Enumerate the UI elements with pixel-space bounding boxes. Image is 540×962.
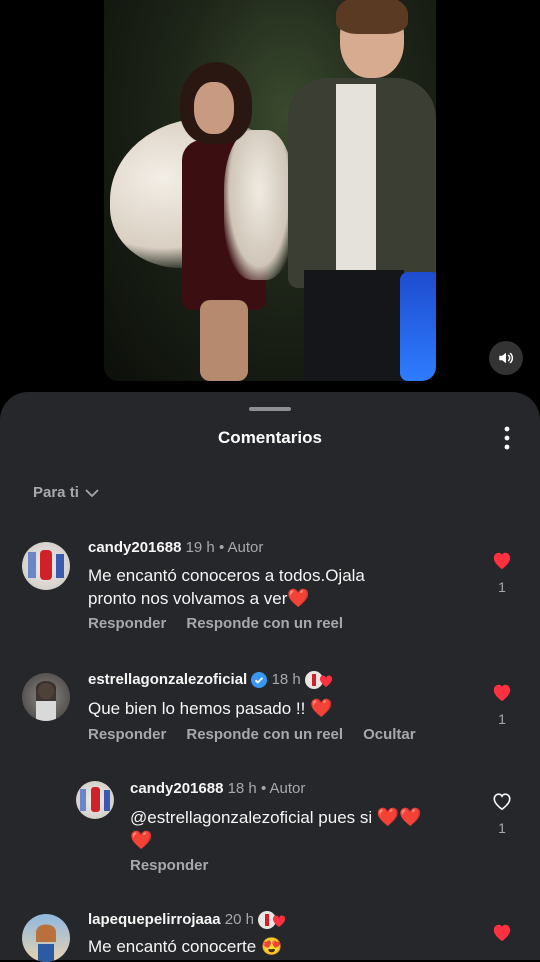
profile-badge-icon — [258, 911, 286, 929]
emoji-heart-eyes-icon: 😍 — [260, 937, 283, 956]
reply-button[interactable]: Responder — [88, 615, 166, 632]
like-button[interactable]: 1 — [490, 550, 514, 595]
video-figure-face — [194, 82, 234, 134]
comments-sheet: Comentarios Para ti candy201688 19 h • A… — [0, 392, 540, 962]
more-vertical-icon — [504, 426, 510, 450]
comment-username[interactable]: estrellagonzalezoficial 18 h — [88, 670, 335, 690]
heart-emoji-icon: ❤️❤️ — [376, 807, 422, 827]
heart-icon — [493, 924, 511, 942]
video-figure-man-hair — [336, 0, 408, 34]
comment-text-line: Me encantó conoceros a todos.Ojala — [88, 566, 365, 585]
like-button[interactable] — [490, 922, 514, 947]
avatar[interactable] — [22, 673, 70, 721]
video-figure-pants — [304, 270, 404, 381]
sort-filter-dropdown[interactable]: Para ti — [33, 484, 99, 501]
comment-text-line: Me encantó conocerte — [88, 937, 257, 956]
comment-username[interactable]: lapequepelirrojaaa 20 h — [88, 910, 288, 930]
comment-text-line: Que bien lo hemos pasado !! — [88, 699, 306, 718]
heart-outline-icon — [493, 793, 511, 811]
comment-username[interactable]: candy201688 18 h • Autor — [130, 780, 305, 797]
comment-text-line: @estrellagonzalezoficial pues si — [130, 808, 373, 827]
comment-time: 18 h — [271, 670, 301, 688]
comment-username[interactable]: candy201688 19 h • Autor — [88, 539, 263, 556]
heart-icon — [493, 552, 511, 570]
comment-text: Que bien lo hemos pasado !! ❤️ — [88, 697, 333, 720]
like-count: 1 — [498, 711, 506, 727]
author-tag: • Autor — [260, 780, 306, 797]
video-figure-shirt — [336, 84, 376, 274]
chevron-down-icon — [85, 488, 99, 497]
video-figure-fur-sleeve — [224, 130, 294, 280]
comment-text: Me encantó conoceros a todos.Ojala pront… — [88, 565, 468, 610]
like-count: 1 — [498, 579, 506, 595]
like-count: 1 — [498, 820, 506, 836]
reply-button[interactable]: Responder — [130, 857, 208, 874]
username-text[interactable]: lapequepelirrojaaa — [88, 911, 221, 928]
sheet-title: Comentarios — [218, 428, 322, 447]
verified-icon — [251, 672, 268, 688]
reply-button[interactable]: Responder — [88, 726, 166, 743]
video-blue-light — [400, 272, 436, 381]
heart-icon — [493, 684, 511, 702]
comment-actions: Responder Responde con un reel Ocultar — [88, 726, 436, 743]
like-button[interactable]: 1 — [490, 682, 514, 727]
mute-button[interactable] — [489, 341, 523, 375]
more-options-button[interactable] — [496, 425, 518, 451]
username-text[interactable]: estrellagonzalezoficial — [88, 671, 247, 688]
like-button[interactable]: 1 — [490, 791, 514, 836]
heart-emoji-icon: ❤️ — [310, 698, 333, 718]
reply-reel-button[interactable]: Responde con un reel — [186, 726, 343, 743]
username-text[interactable]: candy201688 — [130, 780, 223, 797]
video-figure-legs — [200, 300, 248, 381]
avatar[interactable] — [76, 781, 114, 819]
comment-text-line: pronto nos volvamos a ver — [88, 589, 288, 608]
hide-button[interactable]: Ocultar — [363, 726, 416, 743]
comment-actions: Responder Responde con un reel — [88, 615, 363, 632]
heart-emoji-icon: ❤️ — [287, 588, 310, 608]
comment-text: Me encantó conocerte 😍 — [88, 936, 282, 958]
drag-handle[interactable] — [249, 407, 291, 411]
comment-actions: Responder — [130, 857, 228, 874]
speaker-icon — [499, 352, 514, 364]
username-text[interactable]: candy201688 — [88, 539, 181, 556]
reel-video[interactable] — [104, 0, 436, 381]
reply-reel-button[interactable]: Responde con un reel — [186, 615, 343, 632]
comment-time: 18 h — [227, 780, 257, 797]
avatar[interactable] — [22, 914, 70, 962]
profile-badge-icon — [304, 671, 332, 689]
comment-time: 20 h — [224, 910, 254, 928]
comment-text: @estrellagonzalezoficial pues si ❤️❤️ ❤️ — [130, 806, 470, 852]
heart-emoji-icon: ❤️ — [130, 830, 153, 850]
avatar[interactable] — [22, 542, 70, 590]
author-tag: • Autor — [218, 539, 264, 556]
comment-time: 19 h — [185, 539, 215, 556]
filter-label: Para ti — [33, 484, 79, 501]
